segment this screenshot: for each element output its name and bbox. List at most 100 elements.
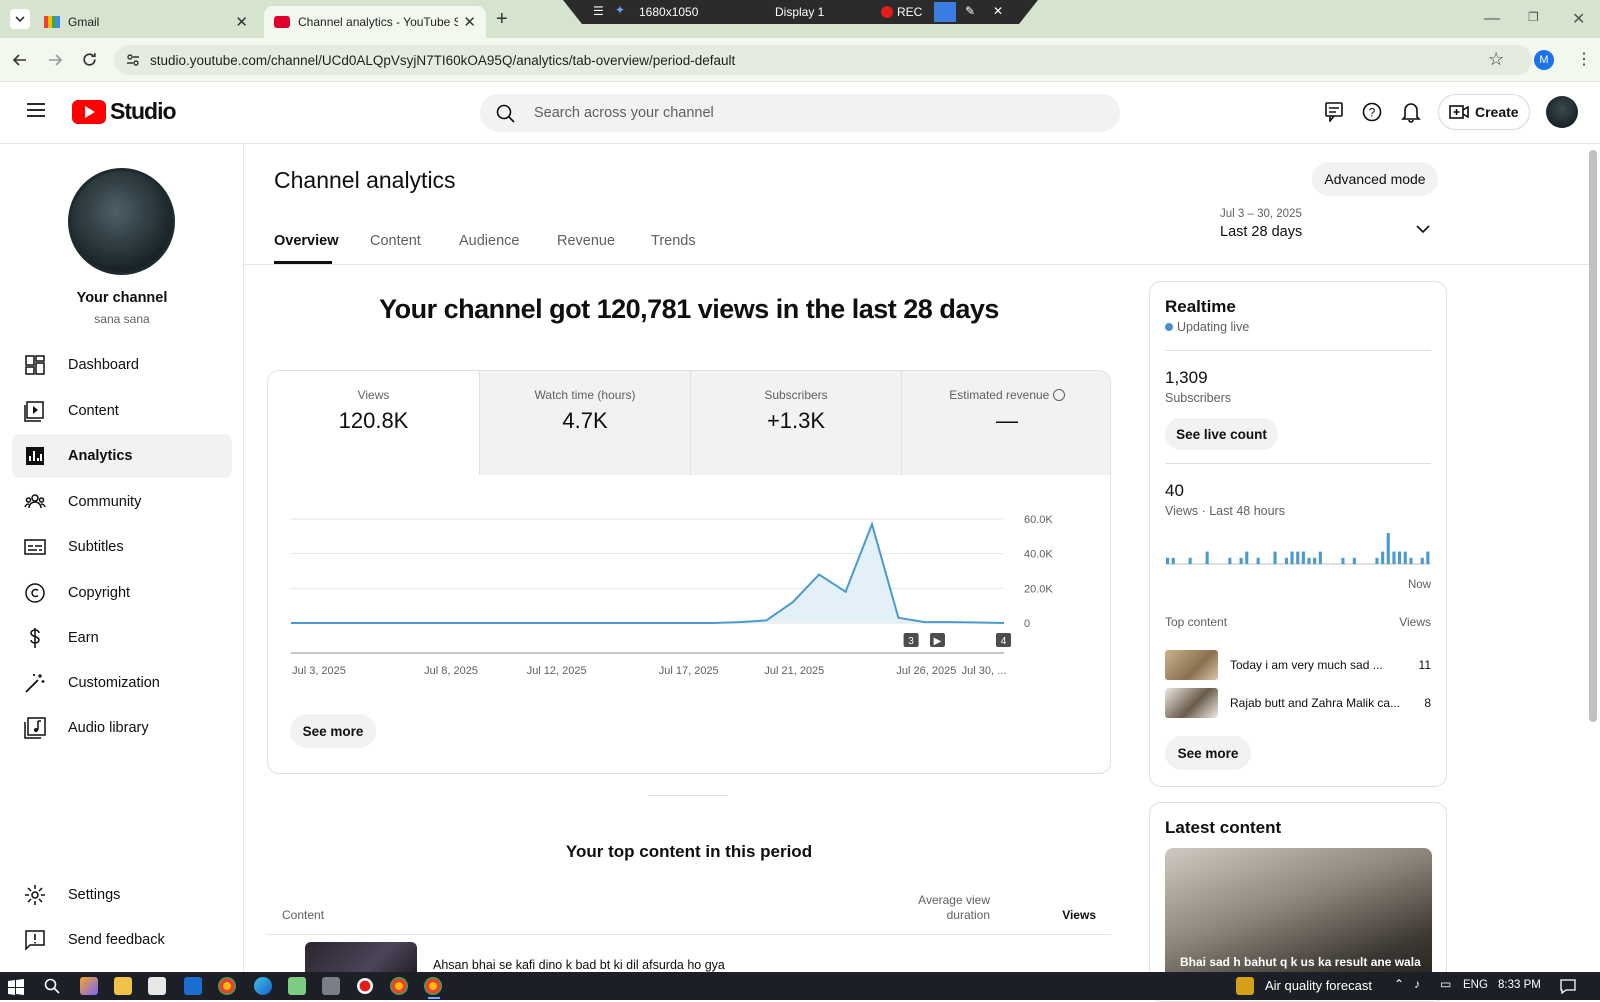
sidebar-item-earn[interactable]: Earn — [12, 616, 232, 660]
views-header: Views — [1399, 615, 1431, 629]
top-content-title: Your top content in this period — [565, 842, 813, 861]
forward-icon[interactable] — [47, 52, 63, 68]
search-placeholder: Search across your channel — [534, 105, 714, 121]
audio-library-icon — [24, 717, 46, 739]
notes-app-icon[interactable] — [288, 977, 306, 995]
metric-watch-time[interactable]: Watch time (hours) 4.7K — [479, 371, 690, 475]
file-explorer-icon[interactable] — [114, 977, 132, 995]
table-row[interactable]: Ahsan bhai se kafi dino k bad bt ki dil … — [267, 942, 1111, 972]
camera-icon[interactable] — [934, 2, 956, 22]
tab-audience[interactable]: Audience — [459, 233, 519, 249]
clock[interactable]: 8:33 PM — [1498, 979, 1541, 991]
widgets-icon[interactable] — [80, 977, 98, 995]
close-tab-icon[interactable]: ✕ — [235, 13, 248, 31]
tab-content[interactable]: Content — [370, 233, 421, 249]
account-avatar[interactable] — [1546, 96, 1578, 128]
chrome-profile-icon[interactable] — [424, 977, 442, 995]
weather-text[interactable]: Air quality forecast — [1265, 978, 1372, 993]
tray-chevron-icon[interactable]: ⌃ — [1394, 977, 1404, 991]
notifications-bell-icon[interactable] — [1401, 101, 1421, 123]
realtime-bar — [1188, 557, 1192, 564]
bookmark-star-icon[interactable]: ☆ — [1488, 49, 1504, 70]
calculator-icon[interactable] — [322, 977, 340, 995]
weather-icon[interactable] — [1236, 977, 1254, 995]
tab-overview[interactable]: Overview — [274, 233, 339, 249]
sidebar-item-dashboard[interactable]: Dashboard — [12, 343, 232, 387]
back-icon[interactable] — [12, 52, 28, 68]
notifications-icon[interactable] — [1560, 978, 1576, 994]
close-tab-icon[interactable]: ✕ — [463, 13, 476, 31]
section-divider — [648, 795, 728, 796]
close-window-icon[interactable]: ✕ — [1572, 9, 1585, 29]
pen-icon[interactable]: ✎ — [965, 4, 975, 18]
metric-views[interactable]: Views 120.8K — [268, 371, 479, 475]
views-line — [291, 521, 1005, 624]
profile-avatar[interactable]: M — [1534, 50, 1554, 70]
volume-icon[interactable]: ♪ — [1414, 977, 1420, 991]
tab-revenue[interactable]: Revenue — [557, 233, 615, 249]
avg-duration-column-header[interactable]: Average view duration — [870, 893, 990, 923]
see-more-button[interactable]: See more — [290, 714, 376, 748]
metric-label-row: Estimated revenue — [902, 388, 1110, 402]
views-line-chart[interactable]: 60.0K 40.0K 20.0K 0 Jul 3, 2025 Jul 8, 2025 Ju… — [268, 475, 1111, 705]
studio-logo[interactable]: Studio — [72, 98, 177, 125]
views-column-header[interactable]: Views — [1040, 908, 1096, 922]
site-settings-icon[interactable] — [126, 53, 140, 67]
date-range-picker[interactable]: Jul 3 – 30, 2025 Last 28 days — [1220, 208, 1440, 252]
close-icon[interactable]: ✕ — [993, 4, 1003, 18]
reload-icon[interactable] — [81, 51, 98, 68]
channel-avatar[interactable] — [68, 168, 175, 275]
video-thumbnail[interactable] — [305, 942, 417, 972]
page-scrollbar[interactable] — [1589, 150, 1597, 722]
browser-menu-icon[interactable]: ⋮ — [1576, 49, 1592, 69]
nav-label: Analytics — [68, 448, 133, 464]
content-column-header[interactable]: Content — [282, 908, 324, 922]
sidebar-item-audio-library[interactable]: Audio library — [12, 706, 232, 750]
metric-subscribers[interactable]: Subscribers +1.3K — [690, 371, 901, 475]
nav-label: Settings — [68, 887, 121, 903]
sidebar-item-subtitles[interactable]: Subtitles — [12, 525, 232, 569]
sidebar-item-content[interactable]: Content — [12, 389, 232, 433]
store-icon[interactable] — [148, 977, 166, 995]
edge-icon[interactable] — [254, 977, 272, 995]
sidebar-item-copyright[interactable]: Copyright — [12, 571, 232, 615]
minimize-icon[interactable]: — — [1484, 10, 1500, 28]
sidebar-item-community[interactable]: Community — [12, 480, 232, 524]
search-input[interactable]: Search across your channel — [480, 94, 1120, 132]
sidebar-item-customization[interactable]: Customization — [12, 661, 232, 705]
restore-icon[interactable]: ❐ — [1528, 10, 1539, 24]
realtime-content-item[interactable]: Rajab butt and Zahra Malik ca... 8 — [1165, 688, 1431, 718]
realtime-bar-chart[interactable] — [1165, 530, 1431, 566]
network-icon[interactable]: ▭ — [1440, 977, 1451, 991]
chrome-profile-icon[interactable] — [390, 977, 408, 995]
pin-icon[interactable]: ✦ — [615, 3, 625, 17]
tab-gmail[interactable]: Gmail ✕ — [34, 6, 258, 38]
sidebar-item-settings[interactable]: Settings — [12, 873, 232, 917]
video-title[interactable]: Ahsan bhai se kafi dino k bad bt ki dil … — [433, 958, 725, 972]
rec-label[interactable]: REC — [897, 5, 922, 19]
outlook-icon[interactable] — [184, 977, 202, 995]
url-field[interactable]: studio.youtube.com/channel/UCd0ALQpVsyjN… — [114, 45, 1532, 75]
new-tab-icon[interactable]: + — [496, 8, 508, 31]
help-icon[interactable]: ? — [1362, 102, 1382, 122]
sidebar-item-send-feedback[interactable]: Send feedback — [12, 918, 232, 962]
comments-icon[interactable] — [1325, 102, 1343, 122]
tab-search-button[interactable] — [10, 9, 30, 29]
tab-trends[interactable]: Trends — [651, 233, 696, 249]
windows-start-icon[interactable] — [8, 979, 24, 995]
sidebar-item-analytics[interactable]: Analytics — [12, 434, 232, 478]
menu-icon[interactable]: ☰ — [593, 4, 604, 18]
recorder-app-icon[interactable] — [356, 977, 374, 995]
language-indicator[interactable]: ENG — [1463, 979, 1488, 991]
see-live-count-button[interactable]: See live count — [1165, 418, 1278, 450]
chrome-icon[interactable] — [218, 977, 236, 995]
metric-estimated-revenue[interactable]: Estimated revenue — — [901, 371, 1110, 475]
realtime-content-item[interactable]: Today i am very much sad ... 11 — [1165, 650, 1431, 680]
advanced-mode-button[interactable]: Advanced mode — [1312, 162, 1438, 196]
taskbar: Air quality forecast ⌃ ♪ ▭ ENG 8:33 PM — [0, 972, 1600, 1000]
hamburger-menu-icon[interactable] — [26, 102, 46, 118]
create-button[interactable]: Create — [1438, 94, 1530, 130]
search-icon[interactable] — [44, 978, 60, 994]
tab-youtube-studio[interactable]: Channel analytics - YouTube St ✕ — [264, 6, 486, 38]
see-more-button[interactable]: See more — [1165, 736, 1251, 770]
